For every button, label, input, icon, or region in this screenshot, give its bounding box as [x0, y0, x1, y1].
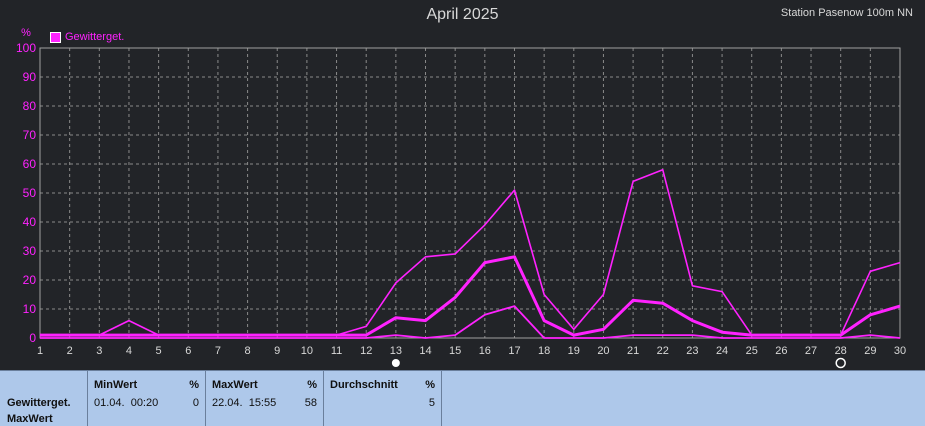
y-axis-unit: %	[21, 27, 31, 39]
row-label-cell: Gewitterget. MaxWert	[0, 371, 88, 426]
y-tick-label: 50	[23, 186, 37, 200]
series-line-max	[40, 169, 901, 336]
x-tick-label: 10	[301, 345, 313, 357]
x-tick-label: 4	[126, 345, 132, 357]
x-tick-label: 7	[215, 345, 221, 357]
x-tick-label: 8	[245, 345, 251, 357]
y-tick-label: 10	[23, 302, 37, 316]
min-value: 0	[192, 397, 199, 409]
row-label-type: MaxWert	[7, 413, 53, 425]
x-tick-label: 11	[331, 345, 342, 357]
chart-plot: 0102030405060708090100%1 2 3 4 5 6 7 8 9 10 11 12 13…	[16, 27, 906, 369]
x-tick-label: 27	[805, 345, 817, 357]
x-tick-label: 13	[390, 345, 402, 357]
x-tick-label: 12	[360, 345, 372, 357]
x-tick-label: 16	[479, 345, 491, 357]
stats-table: Gewitterget. MaxWert MinWert % 01.04. 00…	[0, 370, 925, 426]
legend: Gewitterget.	[50, 31, 124, 43]
min-unit: %	[189, 379, 199, 391]
max-title: MaxWert	[212, 379, 258, 391]
row-label-series: Gewitterget.	[7, 397, 71, 409]
chart-area: 0 10 20 30 40 50 60 70 80 90 100% 1 2 3 4 5 6 7 8 9 10 11 12 13…	[0, 0, 925, 370]
y-tick-label: 60	[23, 157, 37, 171]
max-cell: MaxWert % 22.04. 15:55 58	[206, 371, 324, 426]
avg-cell: Durchschnitt % 5	[324, 371, 442, 426]
y-tick-label: 80	[23, 99, 37, 113]
x-tick-label: 19	[568, 345, 580, 357]
x-tick-label: 28	[835, 345, 847, 357]
x-tick-label: 9	[274, 345, 280, 357]
x-tick-label: 30	[894, 345, 906, 357]
x-tick-label: 15	[449, 345, 461, 357]
x-tick-label: 23	[686, 345, 698, 357]
min-cell: MinWert % 01.04. 00:20 0	[88, 371, 206, 426]
x-tick-label: 22	[657, 345, 669, 357]
x-tick-label: 3	[96, 345, 102, 357]
legend-swatch	[50, 31, 61, 43]
avg-title: Durchschnitt	[330, 379, 398, 391]
y-tick-label: 90	[23, 70, 37, 84]
x-tick-label: 1	[37, 345, 43, 357]
series-line-avg	[40, 255, 901, 337]
x-tick-label: 29	[864, 345, 876, 357]
min-time: 01.04. 00:20	[94, 397, 159, 409]
x-tick-label: 17	[508, 345, 520, 357]
min-title: MinWert	[94, 379, 138, 391]
x-tick-label: 24	[716, 345, 728, 357]
y-tick-label: 70	[23, 128, 37, 142]
avg-unit: %	[425, 379, 435, 391]
max-time: 22.04. 15:55	[212, 397, 277, 409]
full-moon-marker	[390, 358, 401, 368]
y-tick-label: 20	[23, 273, 37, 287]
legend-label: Gewitterget.	[65, 31, 125, 43]
x-tick-label: 14	[419, 345, 431, 357]
series-line-min	[40, 305, 901, 339]
x-tick-label: 26	[775, 345, 787, 357]
x-tick-label: 6	[185, 345, 191, 357]
new-moon-marker	[835, 357, 846, 369]
x-tick-label: 25	[746, 345, 758, 357]
x-tick-label: 21	[627, 345, 639, 357]
x-tick-label: 2	[67, 345, 73, 357]
station-label: Station Pasenow 100m NN	[780, 7, 913, 19]
x-tick-label: 18	[538, 345, 550, 357]
x-tick-label: 5	[156, 345, 162, 357]
y-tick-label: 30	[23, 244, 37, 258]
max-value: 58	[304, 397, 317, 409]
y-tick-label: 100	[16, 41, 36, 55]
y-tick-label: 40	[23, 215, 37, 229]
avg-value: 5	[428, 397, 435, 409]
y-tick-label: 0	[29, 331, 36, 345]
max-unit: %	[307, 379, 317, 391]
x-tick-label: 20	[597, 345, 609, 357]
